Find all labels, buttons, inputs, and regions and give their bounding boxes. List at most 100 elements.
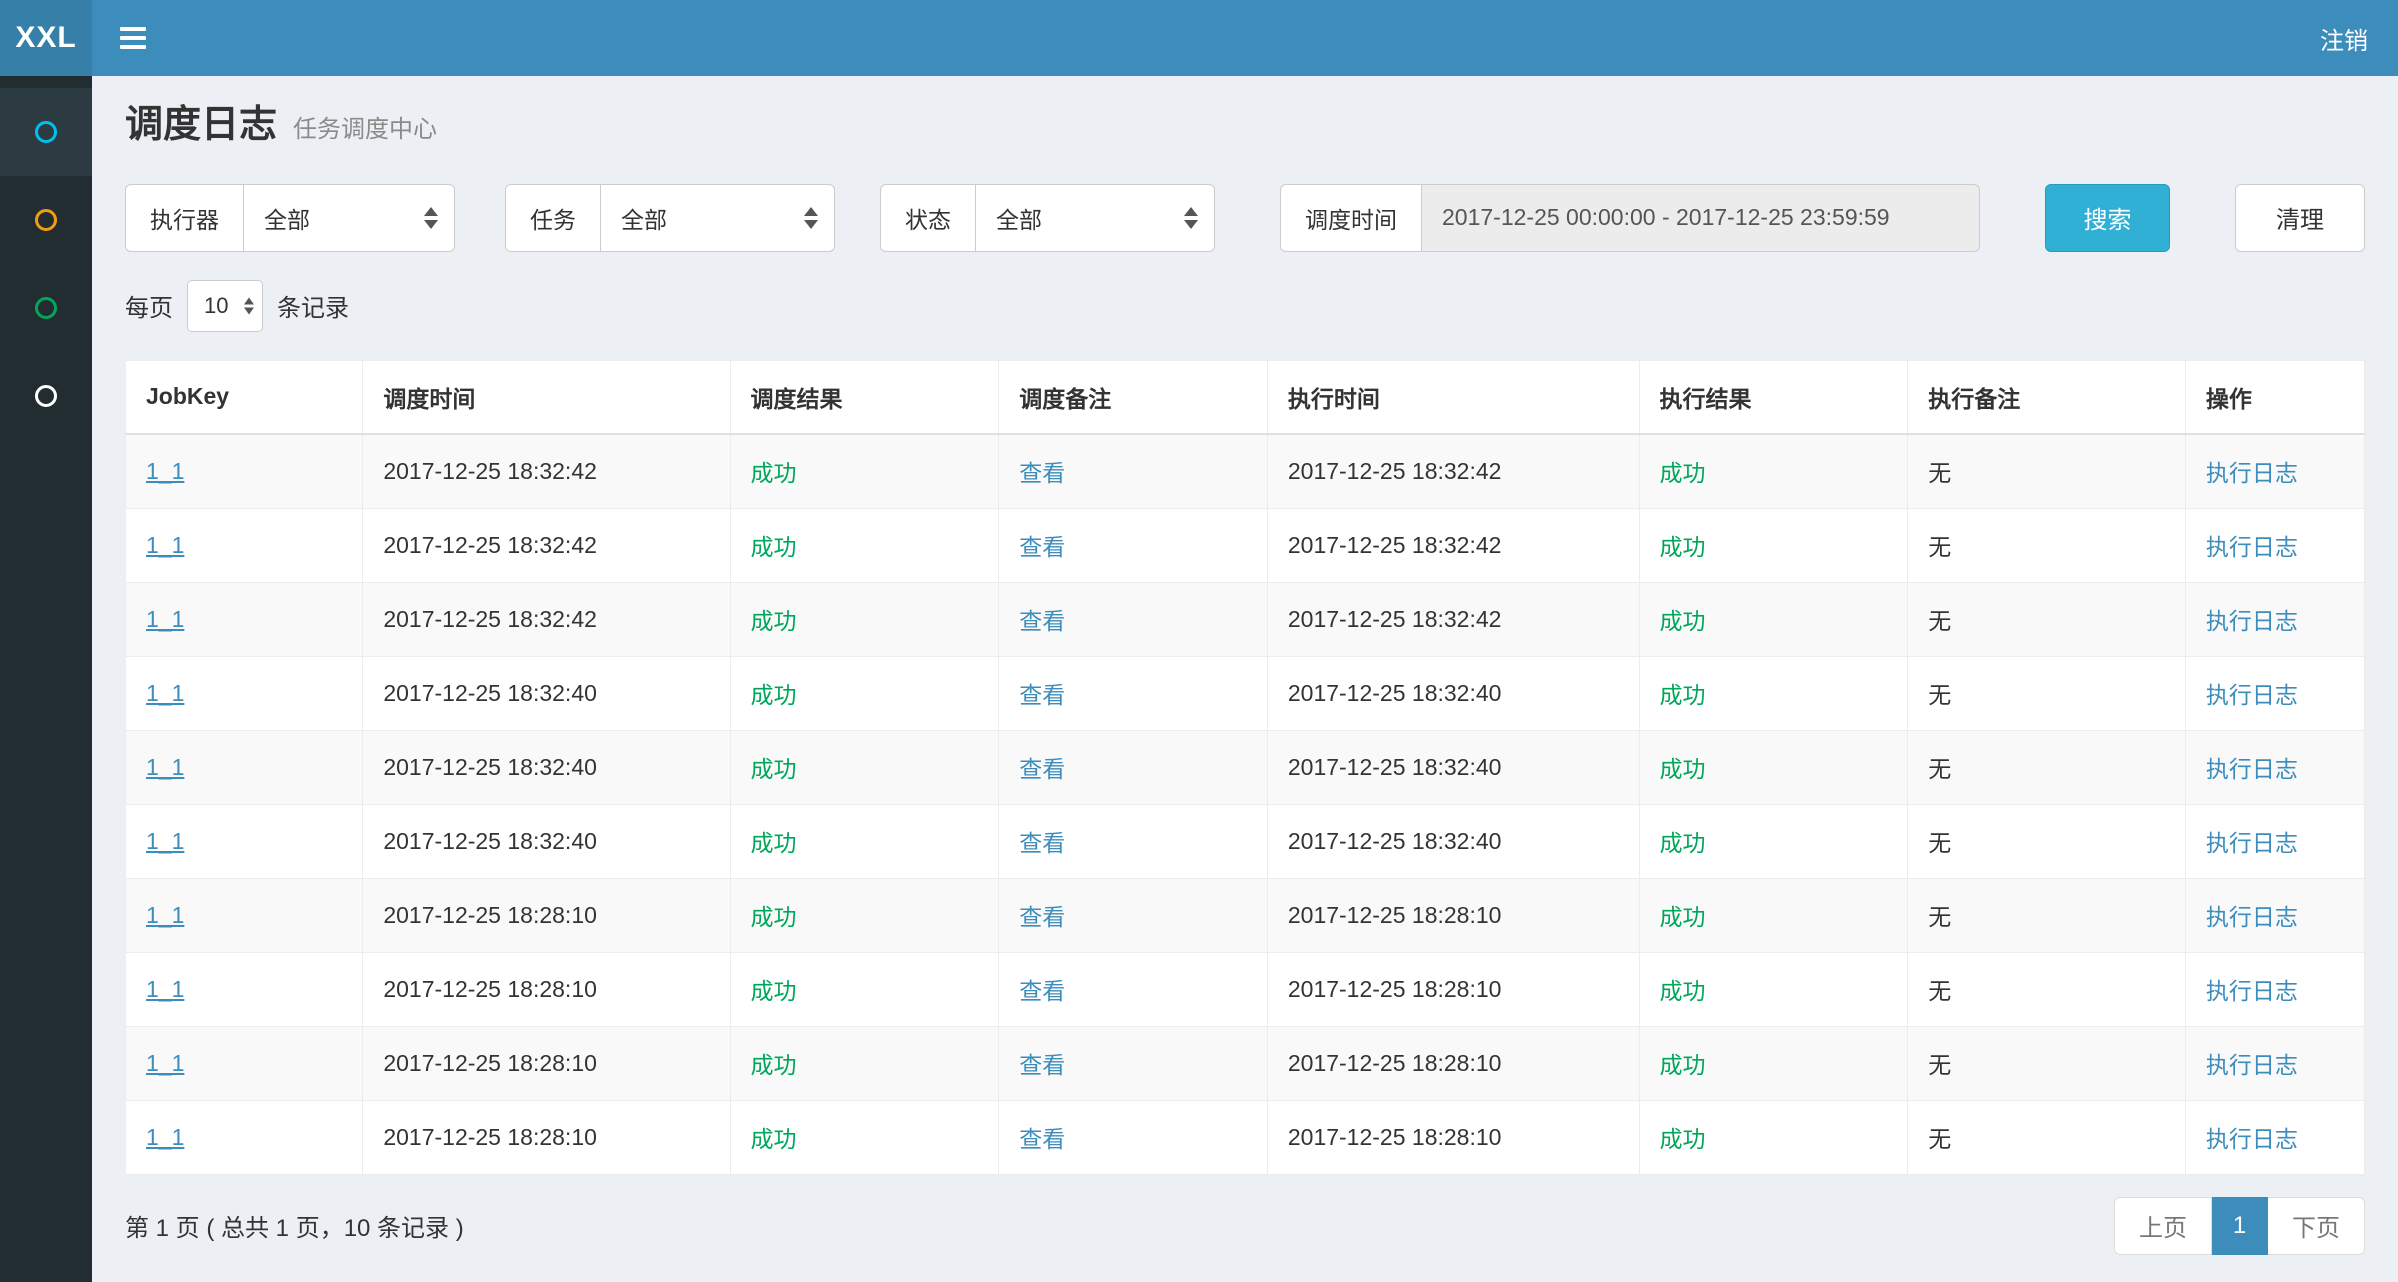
current-page-button[interactable]: 1 — [2212, 1197, 2268, 1255]
search-button[interactable]: 搜索 — [2045, 184, 2170, 252]
handle-msg-cell: 无 — [1908, 730, 2186, 804]
jobkey-link[interactable]: 1_1 — [146, 976, 184, 1002]
column-header-action: 操作 — [2185, 360, 2364, 434]
jobkey-link[interactable]: 1_1 — [146, 458, 184, 484]
exec-log-link[interactable]: 执行日志 — [2206, 1052, 2298, 1078]
table-row: 1_1 2017-12-25 18:28:10 成功 查看 2017-12-25… — [126, 952, 2365, 1026]
executor-filter-value: 全部 — [264, 201, 310, 235]
exec-log-link[interactable]: 执行日志 — [2206, 756, 2298, 782]
handle-msg-cell: 无 — [1908, 1026, 2186, 1100]
hamburger-menu-icon[interactable] — [92, 0, 174, 76]
page-title: 调度日志 — [125, 104, 277, 148]
trigger-msg-link[interactable]: 查看 — [1019, 1052, 1065, 1078]
job-filter-label: 任务 — [505, 184, 600, 252]
table-row: 1_1 2017-12-25 18:28:10 成功 查看 2017-12-25… — [126, 878, 2365, 952]
status-filter-value: 全部 — [996, 201, 1042, 235]
trigger-time-cell: 2017-12-25 18:28:10 — [363, 952, 730, 1026]
trigger-msg-link[interactable]: 查看 — [1019, 978, 1065, 1004]
sidebar — [0, 76, 92, 1282]
prev-page-button[interactable]: 上页 — [2114, 1197, 2212, 1255]
jobkey-link[interactable]: 1_1 — [146, 828, 184, 854]
sidebar-item-3[interactable] — [0, 264, 92, 352]
page-size-select[interactable]: 10 — [187, 280, 263, 332]
select-arrows-icon — [244, 297, 254, 314]
logout-button[interactable]: 注销 — [2290, 0, 2398, 76]
trigger-result-badge: 成功 — [751, 608, 797, 634]
trigger-msg-link[interactable]: 查看 — [1019, 904, 1065, 930]
table-row: 1_1 2017-12-25 18:32:40 成功 查看 2017-12-25… — [126, 804, 2365, 878]
sidebar-menu — [0, 88, 92, 440]
trigger-result-badge: 成功 — [751, 460, 797, 486]
navbar: 注销 — [92, 0, 2398, 76]
jobkey-link[interactable]: 1_1 — [146, 532, 184, 558]
trigger-time-cell: 2017-12-25 18:32:42 — [363, 508, 730, 582]
clear-button[interactable]: 清理 — [2235, 184, 2365, 252]
trigger-msg-link[interactable]: 查看 — [1019, 608, 1065, 634]
exec-log-link[interactable]: 执行日志 — [2206, 978, 2298, 1004]
select-arrows-icon — [424, 207, 438, 229]
trigger-time-cell: 2017-12-25 18:32:40 — [363, 656, 730, 730]
exec-log-link[interactable]: 执行日志 — [2206, 534, 2298, 560]
trigger-result-badge: 成功 — [751, 682, 797, 708]
jobkey-link[interactable]: 1_1 — [146, 1050, 184, 1076]
exec-log-link[interactable]: 执行日志 — [2206, 1126, 2298, 1152]
jobkey-link[interactable]: 1_1 — [146, 754, 184, 780]
trigger-time-cell: 2017-12-25 18:28:10 — [363, 878, 730, 952]
handle-msg-cell: 无 — [1908, 1100, 2186, 1174]
handle-time-cell: 2017-12-25 18:32:40 — [1267, 656, 1639, 730]
handle-time-cell: 2017-12-25 18:32:42 — [1267, 508, 1639, 582]
trigger-msg-link[interactable]: 查看 — [1019, 756, 1065, 782]
jobkey-link[interactable]: 1_1 — [146, 902, 184, 928]
trigger-result-badge: 成功 — [751, 904, 797, 930]
handle-msg-cell: 无 — [1908, 508, 2186, 582]
page-size-prefix: 每页 — [125, 288, 173, 323]
filter-toolbar: 执行器 全部 任务 全部 状态 全部 调度时间 2017-12-25 00:00… — [125, 184, 2365, 252]
column-header-handle-time: 执行时间 — [1267, 360, 1639, 434]
sidebar-item-1[interactable] — [0, 88, 92, 176]
executor-filter-select[interactable]: 全部 — [243, 184, 455, 252]
select-arrows-icon — [804, 207, 818, 229]
exec-log-link[interactable]: 执行日志 — [2206, 830, 2298, 856]
trigger-result-badge: 成功 — [751, 830, 797, 856]
job-filter-select[interactable]: 全部 — [600, 184, 835, 252]
handle-result-badge: 成功 — [1660, 978, 1706, 1004]
page-header: 调度日志 任务调度中心 — [125, 104, 2365, 148]
handle-result-badge: 成功 — [1660, 830, 1706, 856]
trigger-result-badge: 成功 — [751, 534, 797, 560]
dispatch-log-table: JobKey 调度时间 调度结果 调度备注 执行时间 执行结果 执行备注 操作 … — [125, 360, 2365, 1175]
handle-result-badge: 成功 — [1660, 756, 1706, 782]
content-area: 调度日志 任务调度中心 执行器 全部 任务 全部 状态 全部 — [92, 76, 2398, 1282]
trigger-result-badge: 成功 — [751, 756, 797, 782]
status-filter-select[interactable]: 全部 — [975, 184, 1215, 252]
trigger-msg-link[interactable]: 查看 — [1019, 534, 1065, 560]
handle-result-badge: 成功 — [1660, 1126, 1706, 1152]
status-filter-group: 状态 全部 — [880, 184, 1215, 252]
app-logo[interactable]: XXL — [0, 0, 92, 76]
trigger-time-range-input[interactable]: 2017-12-25 00:00:00 - 2017-12-25 23:59:5… — [1421, 184, 1980, 252]
trigger-msg-link[interactable]: 查看 — [1019, 682, 1065, 708]
handle-msg-cell: 无 — [1908, 434, 2186, 508]
trigger-msg-link[interactable]: 查看 — [1019, 830, 1065, 856]
exec-log-link[interactable]: 执行日志 — [2206, 682, 2298, 708]
exec-log-link[interactable]: 执行日志 — [2206, 904, 2298, 930]
table-container: JobKey 调度时间 调度结果 调度备注 执行时间 执行结果 执行备注 操作 … — [125, 360, 2365, 1175]
table-row: 1_1 2017-12-25 18:28:10 成功 查看 2017-12-25… — [126, 1026, 2365, 1100]
handle-time-cell: 2017-12-25 18:32:42 — [1267, 582, 1639, 656]
exec-log-link[interactable]: 执行日志 — [2206, 608, 2298, 634]
exec-log-link[interactable]: 执行日志 — [2206, 460, 2298, 486]
sidebar-item-2[interactable] — [0, 176, 92, 264]
job-filter-group: 任务 全部 — [505, 184, 835, 252]
trigger-time-cell: 2017-12-25 18:32:42 — [363, 434, 730, 508]
handle-time-cell: 2017-12-25 18:28:10 — [1267, 1100, 1639, 1174]
trigger-msg-link[interactable]: 查看 — [1019, 460, 1065, 486]
table-header-row: JobKey 调度时间 调度结果 调度备注 执行时间 执行结果 执行备注 操作 — [126, 360, 2365, 434]
top-navbar: XXL 注销 — [0, 0, 2398, 76]
trigger-msg-link[interactable]: 查看 — [1019, 1126, 1065, 1152]
jobkey-link[interactable]: 1_1 — [146, 606, 184, 632]
next-page-button[interactable]: 下页 — [2268, 1197, 2365, 1255]
sidebar-item-4[interactable] — [0, 352, 92, 440]
jobkey-link[interactable]: 1_1 — [146, 680, 184, 706]
handle-time-cell: 2017-12-25 18:28:10 — [1267, 878, 1639, 952]
trigger-result-badge: 成功 — [751, 1052, 797, 1078]
jobkey-link[interactable]: 1_1 — [146, 1124, 184, 1150]
